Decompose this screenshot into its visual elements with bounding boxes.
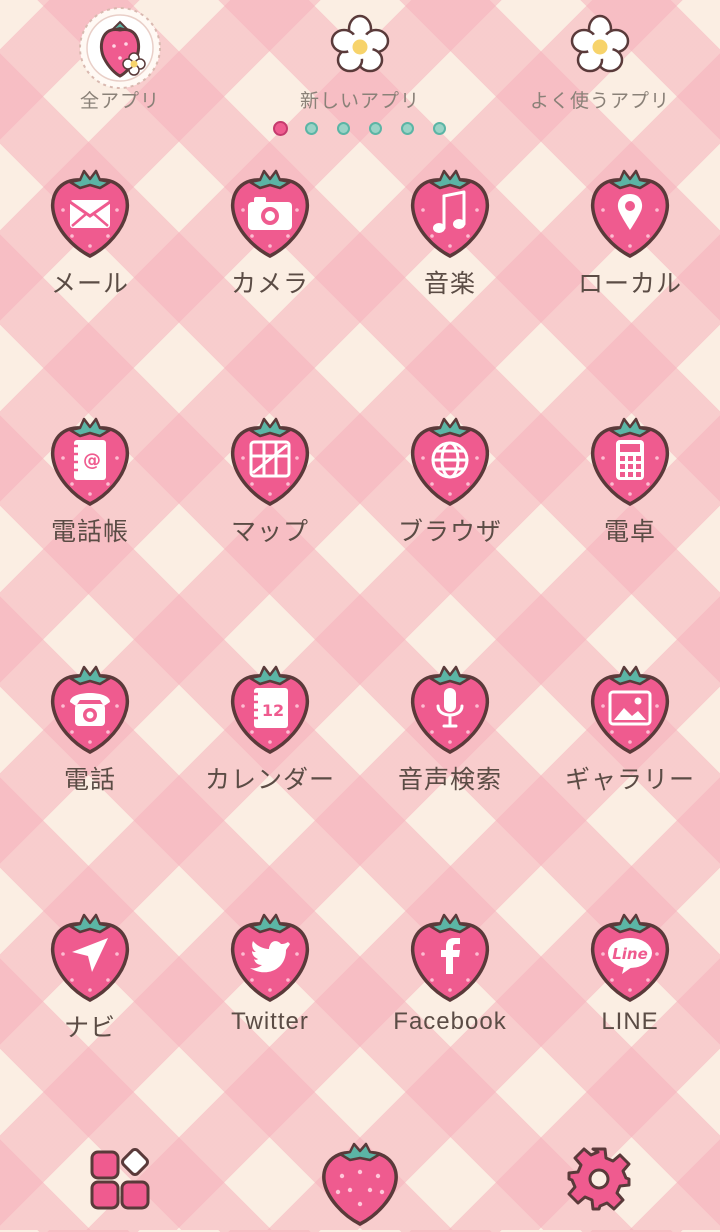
app-label: マップ	[230, 517, 309, 546]
app-label: ギャラリー	[564, 765, 695, 794]
settings-gear-icon	[566, 1147, 632, 1216]
strawberry-icon-frame	[50, 665, 130, 754]
app-label: ブラウザ	[397, 517, 502, 546]
app-drawer-button[interactable]	[88, 1146, 154, 1216]
svg-text:@: @	[83, 450, 101, 471]
strawberry-icon	[318, 1142, 402, 1232]
app-icon-map-pin[interactable]: ローカル	[540, 160, 720, 310]
daisy-icon	[564, 14, 636, 82]
app-icon-twitter-bird[interactable]: Twitter	[180, 904, 360, 1054]
envelope-icon	[69, 200, 111, 228]
strawberry-icon-frame	[590, 665, 670, 754]
app-label: カメラ	[230, 269, 309, 298]
strawberry-icon-frame	[50, 169, 130, 258]
app-label: 音声検索	[397, 765, 502, 794]
app-icon-facebook[interactable]: Facebook	[360, 904, 540, 1054]
line-logo-text: Line	[612, 945, 648, 963]
calendar-day-text: 12	[262, 701, 284, 720]
app-label: 音楽	[423, 269, 476, 298]
page-dot[interactable]	[305, 122, 318, 135]
strawberry-icon-frame	[410, 665, 490, 754]
app-icon-address-book[interactable]: @ 電話帳	[0, 408, 180, 558]
strawberry-icon-frame	[230, 169, 310, 258]
app-label: LINE	[601, 1008, 659, 1035]
page-dot[interactable]	[369, 122, 382, 135]
app-label: カレンダー	[204, 765, 335, 794]
strawberry-badge-icon	[72, 6, 168, 94]
page-dot[interactable]	[337, 122, 350, 135]
strawberry-icon-frame	[410, 417, 490, 506]
app-label: 電話帳	[50, 517, 129, 546]
tab-all-apps[interactable]: 全アプリ	[0, 0, 240, 120]
strawberry-icon-frame	[230, 913, 310, 1002]
telephone-icon	[70, 693, 110, 726]
tab-label: 新しいアプリ	[299, 90, 420, 112]
page-dot[interactable]	[273, 121, 288, 136]
daisy-icon	[324, 14, 396, 82]
app-icon-globe[interactable]: ブラウザ	[360, 408, 540, 558]
app-icon-telephone[interactable]: 電話	[0, 656, 180, 806]
app-icon-microphone[interactable]: 音声検索	[360, 656, 540, 806]
app-category-tabs: 全アプリ 新しいアプリ よく使うアプリ	[0, 0, 720, 120]
settings-button[interactable]	[566, 1146, 632, 1216]
strawberry-icon-frame	[410, 169, 490, 258]
address-book-icon: @	[72, 440, 106, 480]
home-strawberry-button[interactable]	[318, 1138, 402, 1232]
app-icon-calendar[interactable]: 12 カレンダー	[180, 656, 360, 806]
tab-label: 全アプリ	[79, 90, 160, 112]
app-drawer-icon	[88, 1148, 154, 1216]
page-indicator	[0, 120, 720, 136]
strawberry-icon-frame: 12	[230, 665, 310, 754]
strawberry-icon-frame	[590, 169, 670, 258]
app-icon-navigation-arrow[interactable]: ナビ	[0, 904, 180, 1054]
page-dot[interactable]	[433, 122, 446, 135]
app-icon-picture[interactable]: ギャラリー	[540, 656, 720, 806]
app-label: Twitter	[231, 1008, 309, 1035]
app-label: Facebook	[393, 1008, 507, 1035]
strawberry-icon-frame: Line	[590, 913, 670, 1002]
strawberry-icon-frame	[50, 913, 130, 1002]
app-icon-envelope[interactable]: メール	[0, 160, 180, 310]
strawberry-icon-frame	[590, 417, 670, 506]
tab-frequent-apps[interactable]: よく使うアプリ	[480, 0, 720, 120]
app-label: ローカル	[577, 269, 682, 298]
app-label: メール	[50, 269, 129, 298]
app-label: ナビ	[63, 1013, 116, 1042]
strawberry-icon-frame	[230, 417, 310, 506]
calculator-icon	[616, 440, 644, 480]
page-dot[interactable]	[401, 122, 414, 135]
tab-label: よく使うアプリ	[529, 90, 670, 112]
app-icon-calculator[interactable]: 電卓	[540, 408, 720, 558]
app-icon-camera[interactable]: カメラ	[180, 160, 360, 310]
app-label: 電話	[63, 765, 116, 794]
app-icon-line-bubble[interactable]: Line LINE	[540, 904, 720, 1054]
dock	[0, 1130, 720, 1230]
tab-new-apps[interactable]: 新しいアプリ	[240, 0, 480, 120]
calendar-icon: 12	[252, 688, 288, 728]
strawberry-icon-frame: @	[50, 417, 130, 506]
strawberry-icon-frame	[410, 913, 490, 1002]
app-icon-map[interactable]: マップ	[180, 408, 360, 558]
app-icon-music-note[interactable]: 音楽	[360, 160, 540, 310]
app-label: 電卓	[603, 517, 656, 546]
